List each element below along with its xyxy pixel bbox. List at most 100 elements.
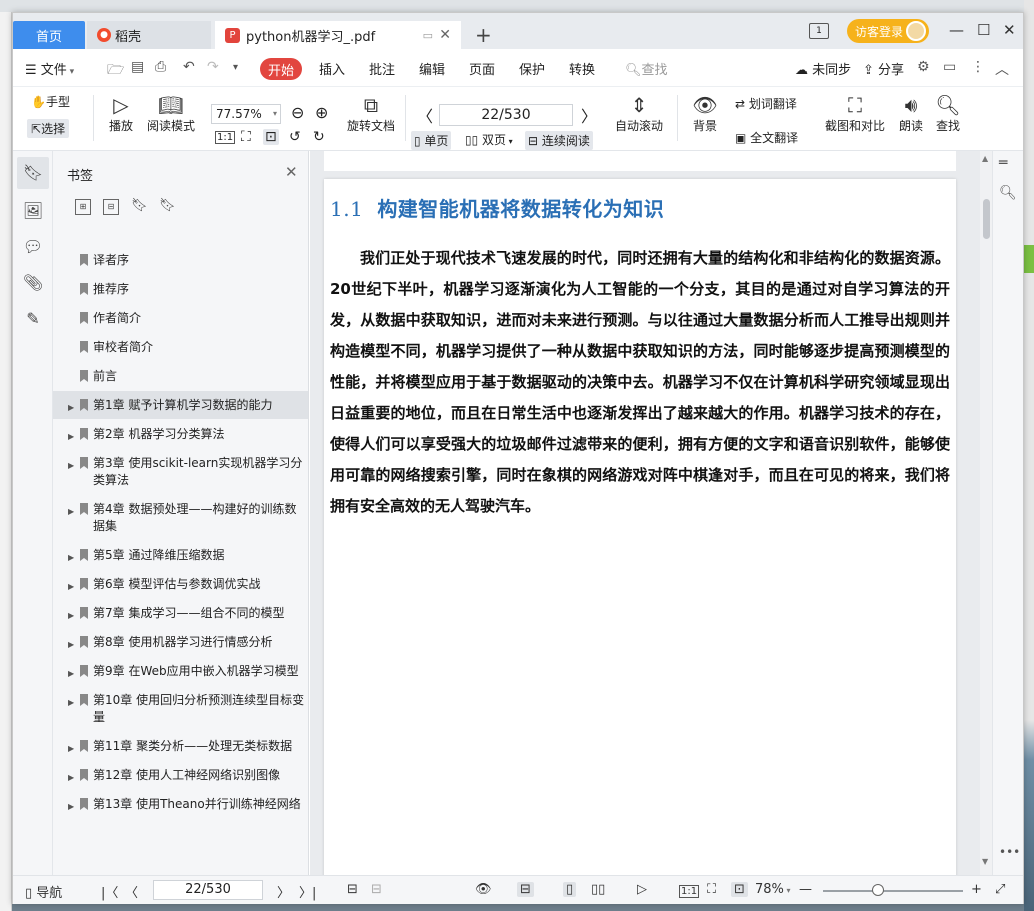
screenshot-compare-button[interactable]: ⛶ 截图和对比 xyxy=(823,93,887,134)
read-aloud-button[interactable]: 🔊︎ 朗读 xyxy=(897,93,925,134)
search-input[interactable]: 🔍︎查找 xyxy=(625,59,668,78)
zoom-select[interactable]: 77.57% ▾ xyxy=(211,104,281,124)
zoom-out-icon[interactable]: ⊖ xyxy=(291,103,304,122)
single-page-button[interactable]: ▯ 单页 xyxy=(411,131,452,150)
maximize-icon[interactable]: ☐ xyxy=(977,21,990,39)
fit-page-icon[interactable]: ⛶ xyxy=(241,129,251,145)
previous-page-icon[interactable]: 〈 xyxy=(417,103,433,127)
zoom-in-icon[interactable]: + xyxy=(971,882,982,897)
tab-home[interactable]: 首页 xyxy=(13,21,85,49)
comment-icon[interactable]: 💬︎ xyxy=(21,235,45,259)
zoom-in-icon[interactable]: ⊕ xyxy=(315,103,328,122)
delete-bookmark-icon[interactable]: 🔖︎ xyxy=(159,199,176,215)
attachment-icon[interactable]: 📎︎ xyxy=(21,271,45,295)
visitor-login-button[interactable]: 访客登录 xyxy=(847,19,929,43)
forward-icon[interactable]: ⊟ xyxy=(371,882,382,897)
hand-tool-button[interactable]: ✋手型 xyxy=(31,93,70,110)
collapse-ribbon-icon[interactable]: ︿ xyxy=(995,59,1009,79)
bookmark-icon[interactable]: 🔖︎ xyxy=(17,157,49,189)
new-tab-button[interactable]: + xyxy=(475,25,492,45)
zoom-percent-select[interactable]: 78% ▾ xyxy=(755,882,790,897)
tab-pdf-document[interactable]: P python机器学习_.pdf ▭ ✕ xyxy=(215,21,461,49)
file-menu[interactable]: ☰ 文件 ▾ xyxy=(25,59,74,78)
undo-icon[interactable]: ↶ xyxy=(183,59,195,75)
share-button[interactable]: ⇪ 分享 xyxy=(863,59,904,78)
add-bookmark-icon[interactable]: 🔖︎ xyxy=(131,199,148,215)
actual-size-icon[interactable]: 1:1 xyxy=(679,885,700,898)
expand-arrow-icon[interactable]: ▶ xyxy=(68,798,74,815)
more-icon[interactable]: ••• xyxy=(999,845,1020,859)
expand-arrow-icon[interactable]: ▶ xyxy=(68,740,74,757)
menu-protect[interactable]: 保护 xyxy=(519,59,545,78)
zoom-slider[interactable] xyxy=(823,890,963,892)
play-icon[interactable]: ▷ xyxy=(637,882,647,897)
bookmark-item-selected[interactable]: ▶ 第1章 赋予计算机学习数据的能力 xyxy=(53,391,308,419)
status-page-input[interactable]: 22/530 xyxy=(153,880,263,900)
expand-arrow-icon[interactable]: ▶ xyxy=(68,665,74,682)
single-view-icon[interactable]: ▯ xyxy=(563,882,577,897)
message-icon[interactable]: ▭ xyxy=(943,59,956,75)
menu-insert[interactable]: 插入 xyxy=(319,59,345,78)
more-menu-icon[interactable]: ⋮ xyxy=(971,59,985,75)
zoom-out-icon[interactable]: — xyxy=(799,882,812,897)
expand-arrow-icon[interactable]: ▶ xyxy=(68,769,74,786)
next-page-icon[interactable]: 〉 xyxy=(581,103,597,127)
page-number-input[interactable]: 22/530 xyxy=(439,104,573,126)
fit-page-icon[interactable]: ⛶ xyxy=(707,882,716,897)
find-button[interactable]: 🔍︎ 查找 xyxy=(933,93,963,134)
text-search-icon[interactable]: 🔍︎ xyxy=(999,185,1017,201)
menu-convert[interactable]: 转换 xyxy=(569,59,595,78)
close-panel-icon[interactable]: ✕ xyxy=(285,163,298,181)
expand-arrow-icon[interactable]: ▶ xyxy=(68,694,74,711)
redo-icon[interactable]: ↷ xyxy=(207,59,219,75)
tab-docer[interactable]: ● 稻壳 xyxy=(87,21,211,49)
print-icon[interactable]: ⎙ xyxy=(155,59,166,75)
background-button[interactable]: 👁︎ 背景 xyxy=(687,93,723,134)
eye-protect-icon[interactable]: 👁︎ xyxy=(475,882,492,897)
save-icon[interactable]: ▤ xyxy=(131,59,144,75)
menu-annotate[interactable]: 批注 xyxy=(369,59,395,78)
prev-page-icon[interactable]: 〈 xyxy=(125,882,138,901)
auto-scroll-button[interactable]: ⇕ 自动滚动 xyxy=(609,93,669,134)
fit-width-icon[interactable]: ⊡ xyxy=(731,882,748,897)
first-page-icon[interactable]: |〈 xyxy=(101,882,118,901)
expand-arrow-icon[interactable]: ▶ xyxy=(68,549,74,566)
rotate-document-button[interactable]: ⧉ 旋转文档 xyxy=(343,93,399,134)
sync-status[interactable]: ☁ 未同步 xyxy=(795,59,851,78)
menu-page[interactable]: 页面 xyxy=(469,59,495,78)
drag-handle-icon[interactable]: ═ xyxy=(999,155,1007,171)
thumbnail-icon[interactable]: 🖼︎ xyxy=(21,199,45,223)
continuous-read-button[interactable]: ⊟ 连续阅读 xyxy=(525,131,593,150)
double-view-icon[interactable]: ▯▯ xyxy=(591,882,605,897)
document-viewer[interactable]: 1.1 构建智能机器将数据转化为知识 我们正处于现代技术飞速发展的时代，同时还拥有… xyxy=(310,151,980,875)
minimize-icon[interactable]: — xyxy=(949,21,964,39)
last-page-icon[interactable]: 〉| xyxy=(299,882,316,901)
expand-arrow-icon[interactable]: ▶ xyxy=(68,457,74,474)
vertical-scrollbar[interactable]: ▲ ▼ xyxy=(980,151,992,875)
actual-size-icon[interactable]: 1:1 xyxy=(215,131,236,144)
close-tab-icon[interactable]: ✕ xyxy=(439,27,451,43)
navigation-button[interactable]: ▯ 导航 xyxy=(25,882,62,901)
back-icon[interactable]: ⊟ xyxy=(347,882,358,897)
expand-arrow-icon[interactable]: ▶ xyxy=(68,607,74,624)
settings-icon[interactable]: ⚙ xyxy=(917,59,930,75)
monitor-icon[interactable]: ▭ xyxy=(423,29,433,42)
next-page-icon[interactable]: 〉 xyxy=(277,882,290,901)
quick-access-dropdown-icon[interactable]: ▾ xyxy=(233,62,238,73)
word-translate-button[interactable]: ⇄ 划词翻译 xyxy=(735,95,797,112)
scrollbar-thumb[interactable] xyxy=(983,199,990,239)
expand-arrow-icon[interactable]: ▶ xyxy=(68,578,74,595)
expand-arrow-icon[interactable]: ▶ xyxy=(68,636,74,653)
zoom-slider-handle[interactable] xyxy=(872,884,884,896)
select-tool-button[interactable]: ⇱选择 xyxy=(27,119,70,138)
read-mode-button[interactable]: 📖︎ 阅读模式 xyxy=(145,93,197,134)
signature-icon[interactable]: ✎ xyxy=(21,307,45,331)
scroll-up-icon[interactable]: ▲ xyxy=(982,154,988,163)
full-translate-button[interactable]: ▣ 全文翻译 xyxy=(735,129,798,146)
collapse-all-icon[interactable]: ⊟ xyxy=(103,199,119,215)
expand-all-icon[interactable]: ⊞ xyxy=(75,199,91,215)
scroll-down-icon[interactable]: ▼ xyxy=(982,857,988,866)
play-button[interactable]: ▷ 播放 xyxy=(105,93,137,134)
open-icon[interactable]: 🗁 xyxy=(107,59,124,83)
close-window-icon[interactable]: ✕ xyxy=(1003,21,1016,39)
